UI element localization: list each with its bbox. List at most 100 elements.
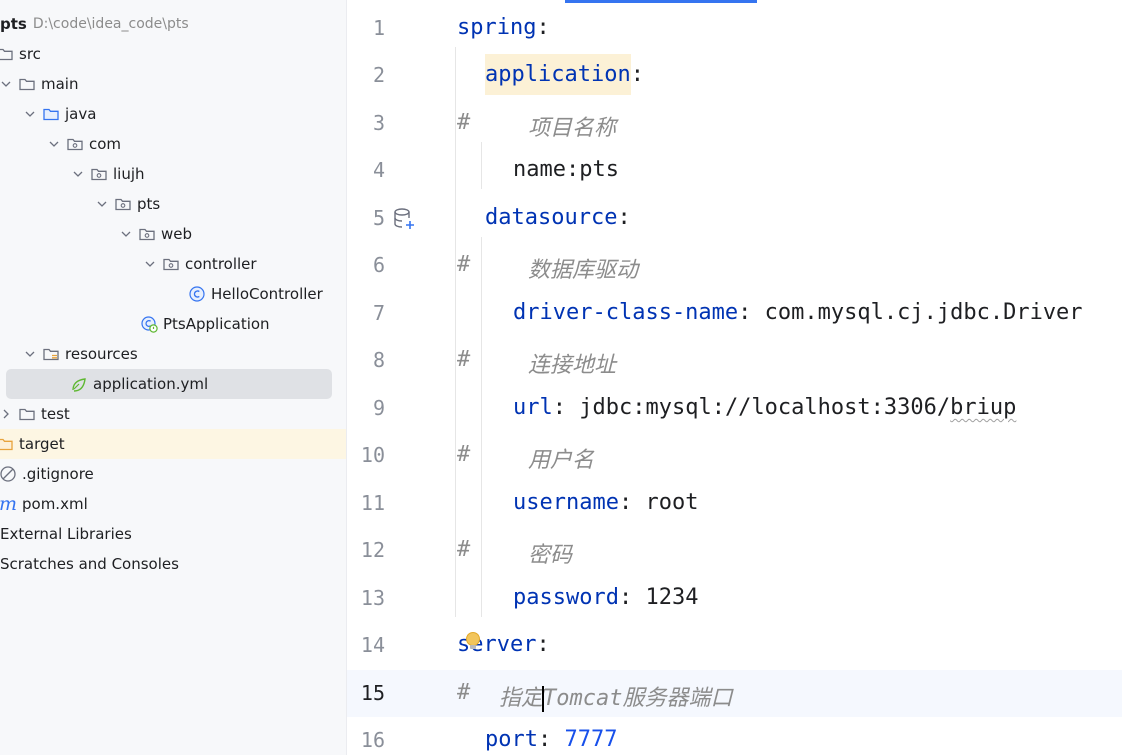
tree-item-label: resources — [65, 345, 138, 363]
yaml-text: name:pts — [513, 157, 619, 182]
ignored-file-icon — [0, 465, 17, 483]
tree-item-target[interactable]: target — [0, 429, 346, 459]
tree-item-label: java — [65, 105, 97, 123]
chevron-down-icon[interactable] — [22, 346, 38, 362]
tree-item-label: External Libraries — [0, 525, 132, 543]
yaml-value: jdbc:mysql://localhost:3306/ — [566, 395, 951, 420]
tree-item-liujh[interactable]: liujh — [0, 159, 346, 189]
chevron-down-icon[interactable] — [46, 136, 62, 152]
line-number: 3 — [372, 111, 385, 135]
comment-hash: # — [457, 252, 471, 277]
tree-item-label: application.yml — [93, 375, 209, 393]
tree-item-java[interactable]: java — [0, 99, 346, 129]
yaml-key: datasource — [485, 205, 618, 230]
line-number: 2 — [372, 63, 385, 87]
code-line[interactable]: 8 # 连接地址 — [347, 337, 1122, 384]
folder-icon — [18, 405, 36, 423]
line-number: 1 — [372, 16, 385, 40]
line-number: 10 — [360, 443, 385, 467]
chevron-down-icon[interactable] — [0, 76, 14, 92]
tree-item-test[interactable]: test — [0, 399, 346, 429]
package-icon — [66, 135, 84, 153]
tree-item-com[interactable]: com — [0, 129, 346, 159]
line-number: 14 — [360, 633, 385, 657]
line-number: 13 — [360, 586, 385, 610]
maven-icon: m — [0, 493, 18, 515]
chevron-down-icon[interactable] — [94, 196, 110, 212]
code-line[interactable]: 14 server: — [347, 622, 1122, 669]
folder-icon — [0, 45, 14, 63]
yaml-number: 7777 — [551, 727, 618, 752]
code-line[interactable]: 4 name:pts — [347, 147, 1122, 194]
project-root-row[interactable]: pts D:\code\idea_code\pts — [0, 9, 346, 39]
tree-item-application-yml[interactable]: application.yml — [0, 369, 346, 399]
typo-warning-word: briup — [950, 395, 1017, 420]
comment-hash: # — [457, 680, 471, 705]
yaml-key: application — [485, 54, 631, 95]
chevron-right-icon[interactable] — [0, 406, 14, 422]
tree-item-controller[interactable]: controller — [0, 249, 346, 279]
code-line[interactable]: 11 username: root — [347, 480, 1122, 527]
tree-item-main[interactable]: main — [0, 69, 346, 99]
folder-icon — [18, 75, 36, 93]
tree-item-label: src — [19, 45, 41, 63]
code-line-current[interactable]: 15 # 指定Tomcat服务器端口 — [347, 670, 1122, 717]
yaml-key: port — [485, 727, 538, 752]
tree-item-external-libraries[interactable]: External Libraries — [0, 519, 346, 549]
comment-text: 密码 — [528, 543, 573, 568]
tree-item-pom-xml[interactable]: m pom.xml — [0, 489, 346, 519]
chevron-down-icon[interactable] — [70, 166, 86, 182]
code-line[interactable]: 5 datasource: — [347, 195, 1122, 242]
tree-item-web[interactable]: web — [0, 219, 346, 249]
tree-item-label: pom.xml — [22, 495, 88, 513]
chevron-down-icon[interactable] — [22, 106, 38, 122]
code-line[interactable]: 2 application: — [347, 52, 1122, 99]
tree-item-label: com — [89, 135, 122, 153]
tree-item-pts[interactable]: pts — [0, 189, 346, 219]
code-line[interactable]: 9 url: jdbc:mysql://localhost:3306/briup — [347, 385, 1122, 432]
tree-item-scratches[interactable]: Scratches and Consoles — [0, 549, 346, 579]
tree-item-label: HelloController — [211, 285, 323, 303]
line-number: 15 — [360, 681, 385, 705]
chevron-down-icon[interactable] — [118, 226, 134, 242]
code-line[interactable]: 10 # 用户名 — [347, 432, 1122, 479]
yaml-key: username — [513, 490, 619, 515]
yaml-key: spring — [457, 15, 537, 40]
class-icon — [188, 285, 206, 303]
line-number: 4 — [372, 158, 385, 182]
tree-item-resources[interactable]: resources — [0, 339, 346, 369]
tree-item-label: liujh — [113, 165, 145, 183]
line-number: 9 — [372, 396, 385, 420]
code-line[interactable]: 13 password: 1234 — [347, 575, 1122, 622]
database-add-icon[interactable] — [392, 206, 418, 232]
comment-hash: # — [457, 347, 471, 372]
code-line[interactable]: 16 port: 7777 — [347, 717, 1122, 755]
code-line[interactable]: 12 # 密码 — [347, 527, 1122, 574]
yaml-value: root — [632, 490, 699, 515]
comment-text: 项目名称 — [528, 116, 617, 141]
chevron-down-icon[interactable] — [142, 256, 158, 272]
tree-item-label: .gitignore — [22, 465, 94, 483]
tree-item-label: pts — [137, 195, 161, 213]
line-number: 7 — [372, 301, 385, 325]
source-folder-icon — [42, 105, 60, 123]
tree-item-hellocontroller[interactable]: HelloController — [0, 279, 346, 309]
package-icon — [162, 255, 180, 273]
line-number: 12 — [360, 538, 385, 562]
code-line[interactable]: 6 # 数据库驱动 — [347, 242, 1122, 289]
project-tool-window: pts D:\code\idea_code\pts src main java … — [0, 0, 347, 755]
tree-item-label: test — [41, 405, 70, 423]
code-line[interactable]: 7 driver-class-name: com.mysql.cj.jdbc.D… — [347, 290, 1122, 337]
tree-item-ptsapplication[interactable]: PtsApplication — [0, 309, 346, 339]
yaml-key: driver-class-name — [513, 300, 739, 325]
spring-class-icon — [140, 315, 158, 333]
tree-item-src[interactable]: src — [0, 39, 346, 69]
code-line[interactable]: 1 spring: — [347, 5, 1122, 52]
yaml-value: com.mysql.cj.jdbc.Driver — [751, 300, 1083, 325]
lightbulb-icon[interactable] — [464, 630, 482, 656]
code-editor[interactable]: 1 spring: 2 application: 3 # 项目名称 4 name… — [347, 0, 1122, 755]
project-path: D:\code\idea_code\pts — [32, 16, 189, 32]
code-line[interactable]: 3 # 项目名称 — [347, 100, 1122, 147]
tree-item-gitignore[interactable]: .gitignore — [0, 459, 346, 489]
resources-folder-icon — [42, 345, 60, 363]
